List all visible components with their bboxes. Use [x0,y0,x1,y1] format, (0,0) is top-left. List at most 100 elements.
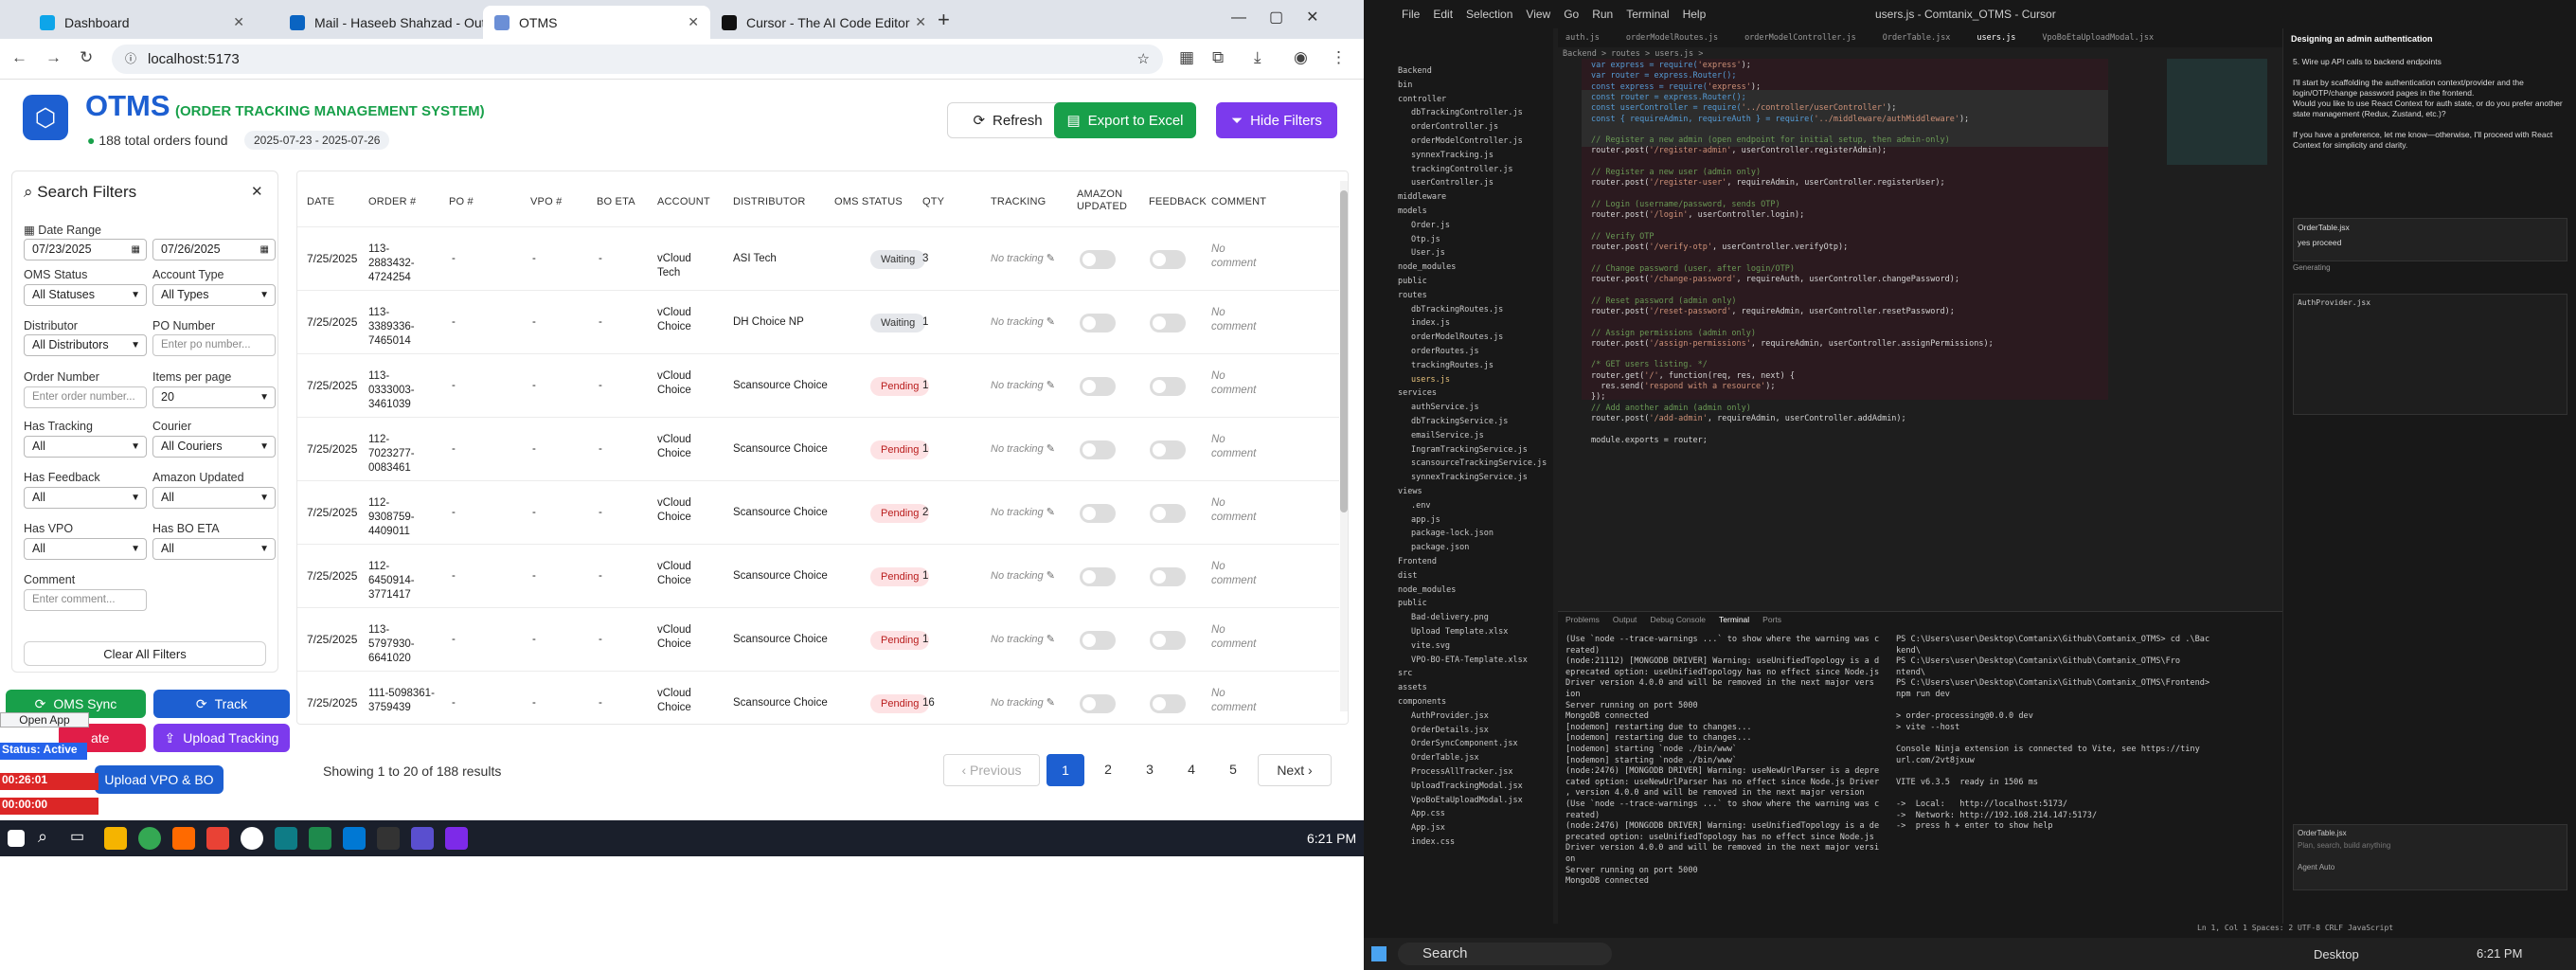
file-tree-item[interactable]: User.js [1411,248,1445,258]
file-tree-item[interactable]: AuthProvider.jsx [1411,711,1489,721]
edit-pencil-icon[interactable]: ✎ [1044,634,1055,645]
file-tree-item[interactable]: index.js [1411,318,1450,328]
edit-pencil-icon[interactable]: ✎ [1044,316,1055,328]
next-button[interactable]: Next › [1258,754,1332,786]
file-tree-item[interactable]: orderRoutes.js [1411,347,1479,356]
edit-pencil-icon[interactable]: ✎ [1044,380,1055,391]
taskbar-search[interactable]: Search [1398,943,1612,965]
excel-icon[interactable] [309,827,331,850]
open-app-overlay[interactable]: Open App [0,712,89,728]
reload-icon[interactable]: ↻ [80,48,93,67]
file-tree-item[interactable]: views [1398,487,1422,496]
file-tree-item[interactable]: src [1398,669,1412,678]
clear-filters-button[interactable]: Clear All Filters [24,641,266,666]
has-tracking-select[interactable]: All ▼ [24,436,147,458]
file-tree-item[interactable]: orderModelController.js [1411,136,1523,146]
file-tree-item[interactable]: App.jsx [1411,823,1445,833]
edit-pencil-icon[interactable]: ✎ [1044,697,1055,709]
menu-item[interactable]: View [1526,8,1550,21]
order-number-cell[interactable]: 112-6450914- 3771417 [368,560,435,602]
close-icon[interactable]: ✕ [688,14,699,30]
file-tree-item[interactable]: dbTrackingController.js [1411,108,1523,117]
file-tree-item[interactable]: authService.js [1411,403,1479,412]
puzzle-icon[interactable]: ⧉ [1212,48,1224,67]
file-tree-item[interactable]: scansourceTrackingService.js [1411,458,1547,468]
window-controls[interactable]: —▢✕ [1231,8,1342,27]
editor-tab[interactable]: orderModelController.js [1744,33,1856,43]
date-to-input[interactable]: 07/26/2025 ▦ [152,239,276,260]
file-tree-item[interactable]: node_modules [1398,585,1456,595]
edit-pencil-icon[interactable]: ✎ [1044,253,1055,264]
table-row[interactable]: 7/25/2025 111-5098361- 3759439 - - - vCloud C… [297,671,1339,724]
file-tree-item[interactable]: models [1398,207,1427,216]
file-tree-item[interactable]: VPO-BO-ETA-Template.xlsx [1411,656,1528,665]
edit-pencil-icon[interactable]: ✎ [1044,570,1055,582]
forward-icon[interactable]: → [45,48,62,67]
url-input[interactable]: ⓘ localhost:5173 ☆ [112,45,1163,74]
menu-item[interactable]: Terminal [1626,8,1669,21]
amazon-updated-toggle[interactable] [1080,440,1116,459]
app-icon[interactable] [206,827,229,850]
file-tree-item[interactable]: index.css [1411,837,1455,847]
panel-tab[interactable]: Debug Console [1650,615,1706,624]
file-tree-item[interactable]: OrderSyncComponent.jsx [1411,739,1518,748]
file-tree-item[interactable]: orderModelRoutes.js [1411,332,1503,342]
firefox-icon[interactable] [172,827,195,850]
file-explorer-icon[interactable] [104,827,127,850]
close-icon[interactable]: ✕ [251,183,263,200]
edit-pencil-icon[interactable]: ✎ [1044,507,1055,518]
file-tree-item[interactable]: Otp.js [1411,235,1440,244]
menu-item[interactable]: Run [1592,8,1613,21]
amazon-updated-select[interactable]: All ▼ [152,487,276,509]
order-number-cell[interactable]: 113-0333003- 3461039 [368,369,435,412]
table-row[interactable]: 7/25/2025 113-2883432- 4724254 - - - vCloud T… [297,226,1339,290]
tab-mail[interactable]: Mail - Haseeb Shahzad - Outlo✕ [278,6,506,39]
file-tree-item[interactable]: node_modules [1398,262,1456,272]
file-tree-item[interactable]: components [1398,697,1446,707]
file-tree-item[interactable]: vite.svg [1411,641,1450,651]
has-vpo-select[interactable]: All ▼ [24,538,147,560]
menu-item[interactable]: Go [1564,8,1579,21]
panel-tab[interactable]: Terminal [1719,615,1749,624]
file-tree-item[interactable]: OrderDetails.jsx [1411,726,1489,735]
file-tree-item[interactable]: App.css [1411,809,1445,818]
courier-select[interactable]: All Couriers ▼ [152,436,276,458]
editor-tab[interactable]: users.js [1977,33,2015,43]
order-number-cell[interactable]: 111-5098361- 3759439 [368,687,435,715]
agent-mode[interactable]: Agent Auto [2294,850,2567,871]
amazon-updated-toggle[interactable] [1080,314,1116,332]
has-feedback-select[interactable]: All ▼ [24,487,147,509]
chrome-icon[interactable] [138,827,161,850]
editor-tab[interactable]: OrderTable.jsx [1883,33,1951,43]
file-tree-item[interactable]: orderController.js [1411,122,1498,132]
file-tree-item[interactable]: userController.js [1411,178,1494,188]
file-tree-item[interactable]: .env [1411,501,1430,511]
site-info-icon[interactable]: ⓘ [125,45,136,74]
export-excel-button[interactable]: ▤ Export to Excel [1054,102,1196,138]
cursor-icon[interactable] [377,827,400,850]
close-icon[interactable]: ✕ [915,14,926,30]
file-tree-item[interactable]: users.js [1411,375,1450,385]
file-tree-item[interactable]: UploadTrackingModal.jsx [1411,781,1523,791]
file-tree-item[interactable]: Upload Template.xlsx [1411,627,1508,637]
order-number-cell[interactable]: 112-7023277- 0083461 [368,433,435,476]
feedback-toggle[interactable] [1150,694,1186,713]
new-tab-icon[interactable]: + [938,8,950,32]
search-icon[interactable]: ⌕ [38,827,61,850]
file-tree-item[interactable]: routes [1398,291,1427,300]
items-per-page-select[interactable]: 20 ▼ [152,386,276,408]
file-tree-item[interactable]: bin [1398,81,1412,90]
order-number-cell[interactable]: 113-5797930- 6641020 [368,623,435,666]
panel-tab[interactable]: Problems [1565,615,1600,624]
menu-item[interactable]: Help [1683,8,1707,21]
amazon-updated-toggle[interactable] [1080,631,1116,650]
panel-tab[interactable]: Ports [1762,615,1781,624]
app-icon[interactable] [343,827,366,850]
date-from-input[interactable]: 07/23/2025 ▦ [24,239,147,260]
menu-item[interactable]: Selection [1466,8,1512,21]
file-tree-item[interactable]: dist [1398,571,1417,581]
track-button[interactable]: ⟳ Track [153,690,290,718]
file-tree-item[interactable]: synnexTrackingService.js [1411,473,1528,482]
file-tree-item[interactable]: dbTrackingService.js [1411,417,1508,426]
file-tree-item[interactable]: public [1398,277,1427,286]
